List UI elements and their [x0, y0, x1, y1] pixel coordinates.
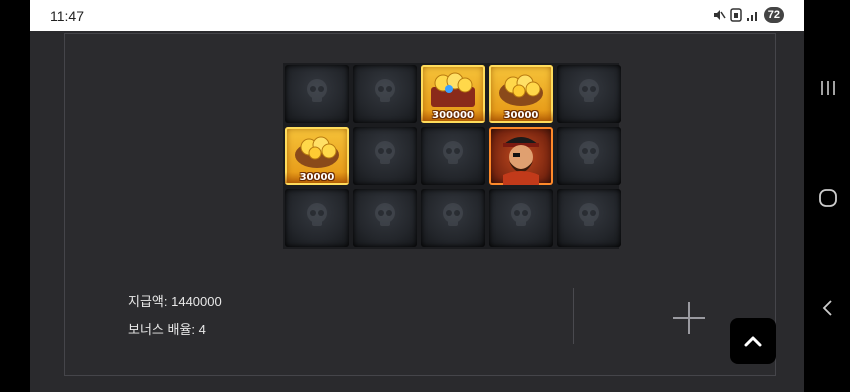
coin-sack-icon: [295, 136, 339, 168]
divider: [573, 288, 574, 344]
treasure-chest-icon: [431, 72, 475, 107]
bonus-multiplier-text: 보너스 배율: 4: [128, 322, 206, 337]
coin-sack-icon: [499, 74, 543, 106]
battery-badge: 72: [763, 7, 784, 23]
signal-icon: [746, 12, 757, 21]
slot-cell: [285, 189, 349, 247]
slot-cell: 300000: [421, 65, 485, 123]
slot-cell: [353, 189, 417, 247]
slot-cell: [557, 127, 621, 185]
plus-icon[interactable]: [673, 302, 705, 334]
slot-grid: 300000 30000 30000: [283, 63, 621, 249]
slot-cell: [421, 189, 485, 247]
prize-amount: 30000: [285, 172, 349, 183]
prize-amount: 30000: [489, 110, 553, 121]
status-icons: 72: [712, 7, 784, 23]
slot-cell: [557, 189, 621, 247]
left-black-margin: [0, 0, 30, 392]
slot-cell: [421, 127, 485, 185]
slot-cell: [489, 127, 553, 185]
recent-apps-icon[interactable]: [816, 76, 840, 100]
skull-icon: [579, 141, 599, 164]
slot-cell: [285, 65, 349, 123]
mute-icon: [713, 10, 726, 20]
sim-icon: [730, 8, 742, 22]
slot-cell: 30000: [285, 127, 349, 185]
pirate-icon: [503, 137, 539, 185]
slot-cell: [557, 65, 621, 123]
back-icon[interactable]: [816, 296, 840, 320]
skull-icon: [375, 79, 395, 102]
game-result-card: 300000 30000 30000 지급액: 1440000 보너스 배율: 4: [64, 33, 776, 376]
skull-icon: [375, 141, 395, 164]
skull-icon: [307, 203, 327, 226]
slot-cell: [489, 189, 553, 247]
payout-text: 지급액: 1440000: [128, 294, 222, 309]
slot-cell: 30000: [489, 65, 553, 123]
result-info: 지급액: 1440000 보너스 배율: 4: [128, 292, 222, 348]
prize-amount: 300000: [421, 110, 485, 121]
skull-icon: [443, 141, 463, 164]
scroll-top-button[interactable]: [730, 318, 776, 364]
skull-icon: [511, 203, 531, 226]
slot-cell: [353, 65, 417, 123]
phone-screen: 11:47 72 300000 30000 30000 지급액: 1440000 보…: [30, 0, 804, 392]
slot-cell: [353, 127, 417, 185]
skull-icon: [443, 203, 463, 226]
skull-icon: [579, 79, 599, 102]
skull-icon: [579, 203, 599, 226]
home-icon[interactable]: [816, 186, 840, 210]
skull-icon: [307, 79, 327, 102]
navigation-bar: [804, 0, 850, 392]
status-time: 11:47: [50, 8, 84, 24]
status-bar: 11:47 72: [30, 0, 804, 31]
chevron-up-icon: [744, 336, 762, 347]
skull-icon: [375, 203, 395, 226]
